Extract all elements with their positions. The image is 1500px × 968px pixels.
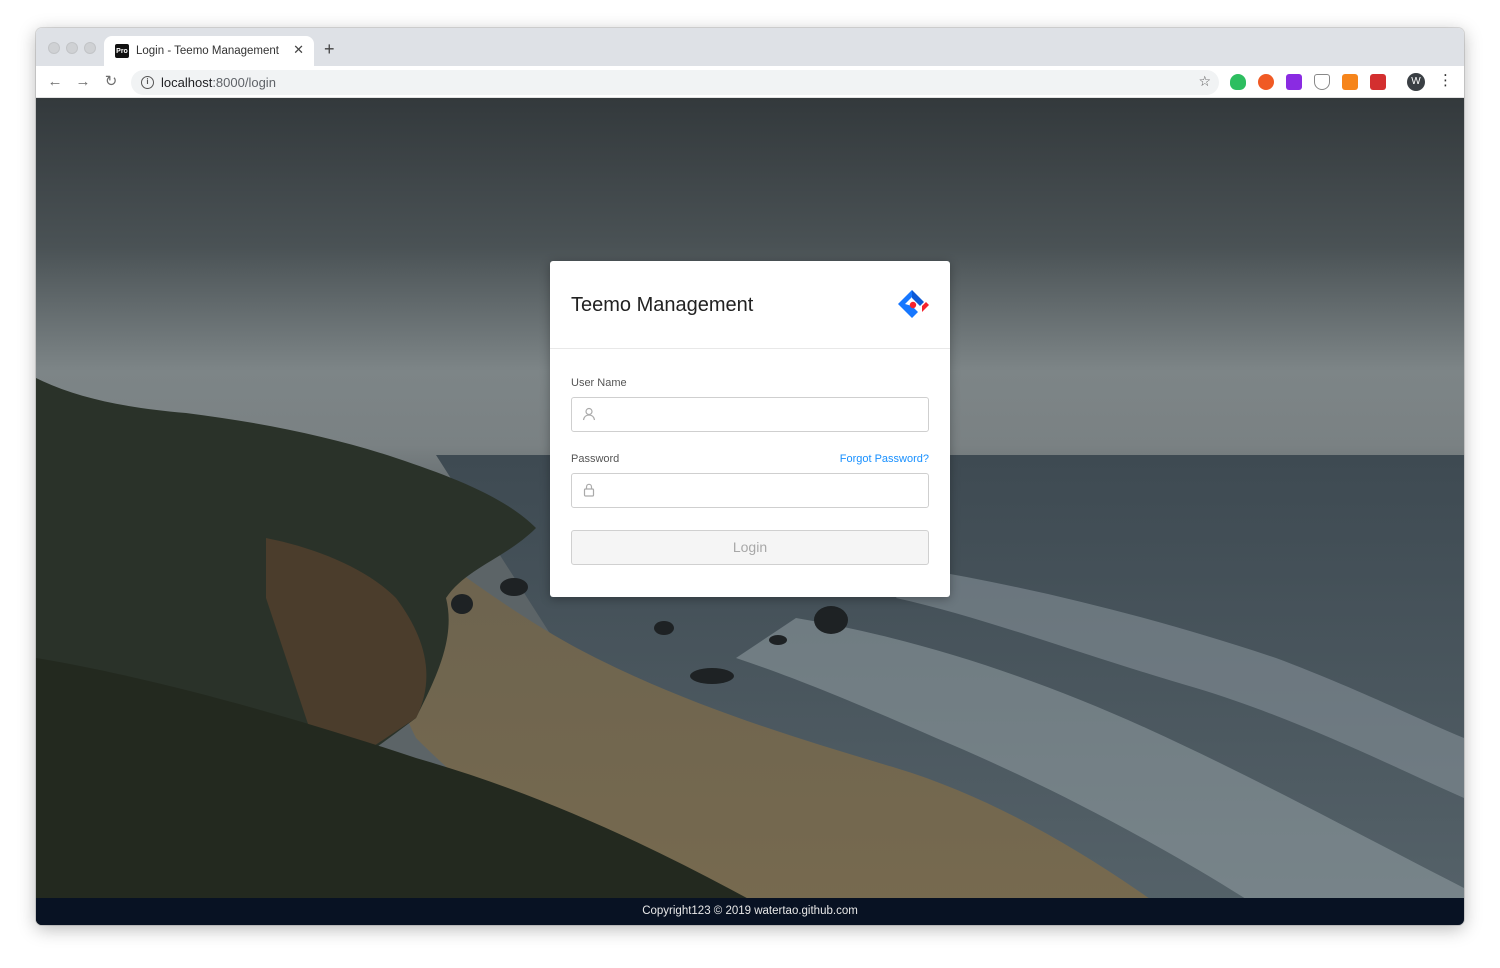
close-icon[interactable]: ✕: [293, 42, 304, 58]
browser-toolbar: ← → ↻ i localhost:8000/login ☆ W ⋮: [36, 66, 1464, 98]
address-bar[interactable]: i localhost:8000/login ☆: [131, 70, 1219, 95]
profile-avatar[interactable]: W: [1407, 73, 1425, 91]
url-text[interactable]: localhost:8000/login: [161, 75, 276, 90]
purple-extension-icon[interactable]: [1286, 74, 1302, 90]
evernote-icon[interactable]: [1230, 74, 1246, 90]
username-label: User Name: [571, 377, 627, 389]
username-field[interactable]: [571, 397, 929, 432]
red-extension-icon[interactable]: [1370, 74, 1386, 90]
info-icon[interactable]: i: [141, 76, 154, 89]
tab-favicon: Pro: [115, 44, 129, 58]
lock-icon: [583, 483, 595, 497]
adblock-icon[interactable]: [1258, 74, 1274, 90]
tab-strip: Pro Login - Teemo Management ✕ +: [36, 28, 1464, 66]
login-card-header: Teemo Management: [550, 261, 950, 349]
window-zoom-dot[interactable]: [84, 42, 96, 54]
login-card: Teemo Management User Name Password Forg…: [550, 261, 950, 597]
url-host: localhost: [161, 75, 213, 90]
app-logo-icon: [898, 290, 929, 318]
app-title: Teemo Management: [571, 294, 754, 316]
browser-window: Pro Login - Teemo Management ✕ + ← → ↻ i…: [36, 28, 1464, 925]
forgot-password-link[interactable]: Forgot Password?: [840, 453, 929, 465]
back-arrow-icon[interactable]: ←: [44, 71, 66, 93]
bookmark-star-icon[interactable]: ☆: [1198, 73, 1211, 90]
footer-copyright: Copyright123 © 2019 watertao.github.com: [36, 898, 1464, 925]
tab-login[interactable]: Pro Login - Teemo Management ✕: [104, 36, 314, 66]
login-button[interactable]: Login: [571, 530, 929, 565]
window-minimize-dot[interactable]: [66, 42, 78, 54]
username-input[interactable]: [604, 398, 922, 431]
forward-arrow-icon[interactable]: →: [72, 71, 94, 93]
plus-icon[interactable]: +: [324, 39, 335, 59]
metamask-icon[interactable]: [1342, 74, 1358, 90]
password-input[interactable]: [604, 474, 922, 507]
more-menu-icon[interactable]: ⋮: [1438, 72, 1453, 90]
password-label: Password: [571, 453, 620, 465]
window-close-dot[interactable]: [48, 42, 60, 54]
user-icon: [582, 407, 596, 421]
password-field[interactable]: [571, 473, 929, 508]
login-page: Teemo Management User Name Password Forg…: [36, 98, 1464, 925]
tab-title: Login - Teemo Management: [136, 45, 279, 57]
url-path: :8000/login: [212, 75, 276, 90]
shield-extension-icon[interactable]: [1314, 74, 1330, 90]
reload-icon[interactable]: ↻: [100, 71, 122, 93]
